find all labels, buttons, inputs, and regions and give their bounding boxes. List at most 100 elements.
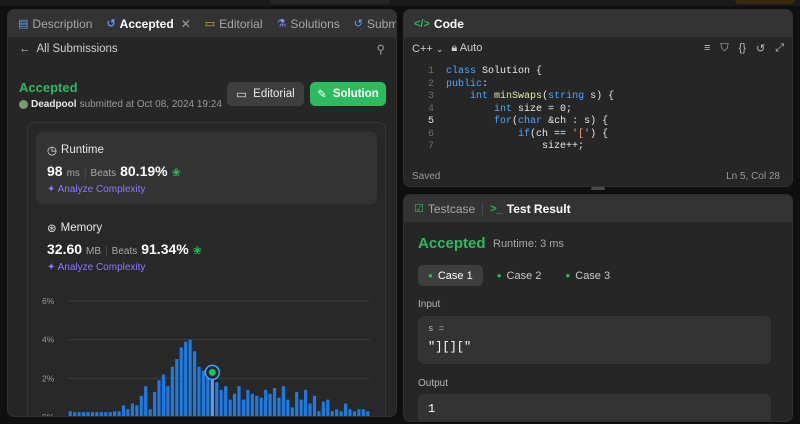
resize-handle[interactable] bbox=[591, 187, 605, 190]
close-tab-icon[interactable]: ✕ bbox=[181, 17, 191, 31]
code-line: 5 for(char &ch : s) { bbox=[427, 116, 609, 127]
code-panel: </> Code C++ ⌄ 🔒︎ Auto ≡ ⛉ {} ↺ ⤢ 1 class … bbox=[403, 9, 793, 187]
autocomplete-mode[interactable]: 🔒︎ Auto bbox=[451, 42, 482, 55]
chevron-down-icon: ⌄ bbox=[435, 43, 444, 54]
memory-label: ⊛ Memory bbox=[47, 222, 103, 235]
chart-bar bbox=[295, 391, 299, 416]
braces-icon[interactable]: {} bbox=[739, 42, 746, 55]
tab-description[interactable]: ▤ Description bbox=[14, 10, 96, 37]
book-icon: ▭ bbox=[204, 18, 216, 30]
bookmark-icon[interactable]: ⛉ bbox=[720, 42, 728, 55]
chart-bar bbox=[166, 386, 170, 416]
memory-beats-pct: 91.34% bbox=[141, 241, 189, 257]
code-line: 2 public: bbox=[427, 78, 489, 90]
runtime-distribution-chart[interactable]: 6%4%2%0%34ms68ms101ms134ms bbox=[28, 291, 385, 417]
analyze-complexity-link[interactable]: ✦ Analyze Complexity bbox=[47, 262, 145, 273]
memory-value-row: 32.60 MB | Beats 91.34% ❀ bbox=[47, 241, 202, 257]
tab-testcase[interactable]: ☑ Testcase bbox=[410, 195, 479, 222]
chart-bar bbox=[81, 412, 86, 416]
chart-bar bbox=[197, 366, 201, 416]
case-tab-2[interactable]: ● Case 2 bbox=[487, 265, 552, 286]
history-icon: ↺ bbox=[106, 18, 116, 30]
chart-bar bbox=[272, 388, 277, 416]
result-runtime: Runtime: 3 ms bbox=[493, 238, 564, 250]
link-icon[interactable]: ⚲ bbox=[377, 42, 385, 56]
chart-bar bbox=[121, 405, 126, 416]
chart-bar bbox=[153, 391, 157, 416]
runtime-value-row: 98 ms | Beats 80.19% ❀ bbox=[47, 163, 181, 179]
back-arrow-icon[interactable]: ← bbox=[19, 43, 31, 55]
code-icon: </> bbox=[414, 17, 430, 30]
chart-bar bbox=[77, 412, 81, 416]
user-avatar-marker bbox=[208, 368, 216, 376]
submission-status: Accepted bbox=[19, 80, 78, 95]
chart-bar bbox=[308, 403, 312, 416]
chart-bar bbox=[135, 405, 139, 416]
chart-bar bbox=[157, 380, 161, 416]
y-tick-label: 0% bbox=[42, 412, 55, 417]
chart-bar bbox=[215, 382, 219, 416]
chart-bar bbox=[219, 389, 223, 416]
chart-bar bbox=[281, 386, 285, 416]
tab-accepted[interactable]: ↺ Accepted ✕ bbox=[102, 10, 194, 37]
runtime-card[interactable]: ◷ Runtime 98 ms | Beats 80.19% ❀ ✦ Analyz… bbox=[36, 132, 377, 204]
chart-bar bbox=[175, 359, 179, 416]
analyze-complexity-link[interactable]: ✦ Analyze Complexity bbox=[47, 184, 145, 195]
username[interactable]: Deadpool bbox=[31, 99, 77, 110]
memory-card[interactable]: ⊛ Memory 32.60 MB | Beats 91.34% ❀ ✦ Anal… bbox=[36, 215, 377, 281]
editorial-button[interactable]: ▭ Editorial bbox=[227, 82, 304, 106]
reset-icon[interactable]: ↺ bbox=[756, 42, 765, 55]
chart-bar bbox=[139, 395, 143, 416]
chart-bar bbox=[126, 409, 130, 416]
terminal-icon: >_ bbox=[490, 202, 503, 215]
format-icon[interactable]: ≡ bbox=[704, 42, 710, 55]
language-select[interactable]: C++ ⌄ bbox=[412, 43, 443, 55]
result-tab-bar: ☑ Testcase >_ Test Result bbox=[404, 195, 792, 222]
chart-bar bbox=[161, 374, 166, 416]
chart-bar bbox=[201, 370, 206, 416]
chart-bar bbox=[68, 411, 72, 416]
avatar[interactable] bbox=[19, 100, 28, 109]
tab-code[interactable]: </> Code bbox=[410, 10, 468, 37]
tab-test-result[interactable]: >_ Test Result bbox=[486, 195, 574, 222]
beats-label: Beats bbox=[90, 168, 117, 179]
case-tab-3[interactable]: ● Case 3 bbox=[555, 265, 620, 286]
lock-icon: 🔒︎ bbox=[451, 42, 458, 54]
case-tab-1[interactable]: ● Case 1 bbox=[418, 265, 483, 286]
output-value: 1 bbox=[428, 402, 436, 416]
stats-container: ◷ Runtime 98 ms | Beats 80.19% ❀ ✦ Analyz… bbox=[27, 122, 386, 417]
chart-bar bbox=[90, 412, 95, 416]
solution-button[interactable]: ✎ Solution bbox=[310, 82, 386, 106]
chart-bar bbox=[73, 412, 77, 416]
chart-bar bbox=[224, 386, 228, 416]
pass-dot-icon: ● bbox=[428, 271, 433, 280]
chart-bar bbox=[339, 411, 343, 416]
runtime-unit: ms bbox=[66, 168, 80, 179]
save-status: Saved bbox=[412, 171, 441, 182]
tab-editorial[interactable]: ▭ Editorial bbox=[201, 10, 267, 37]
code-line: 3 int minSwaps(string s) { bbox=[427, 91, 615, 102]
code-line: 4 int size = 0; bbox=[427, 103, 573, 115]
top-strip bbox=[0, 0, 800, 6]
medal-icon: ❀ bbox=[171, 167, 181, 179]
expand-icon[interactable]: ⤢ bbox=[775, 42, 784, 55]
submission-panel: ▤ Description ↺ Accepted ✕ ▭ Editorial ⚗ Solu… bbox=[7, 9, 397, 417]
code-editor[interactable]: 1 class Solution { 2 public: 3 int minSwap… bbox=[418, 66, 614, 154]
memory-unit: MB bbox=[86, 246, 102, 257]
tab-solutions[interactable]: ⚗ Solutions bbox=[273, 10, 344, 37]
tab-submissions[interactable]: ↺Submi bbox=[350, 10, 396, 37]
result-status: Accepted bbox=[418, 235, 486, 252]
chart-bar bbox=[104, 412, 108, 416]
medal-icon: ❀ bbox=[192, 245, 202, 257]
case-tabs: ● Case 1 ● Case 2 ● Case 3 bbox=[418, 265, 620, 286]
chart-bar bbox=[264, 389, 268, 416]
memory-icon: ⊛ bbox=[47, 223, 57, 235]
chart-bar bbox=[352, 411, 357, 416]
chart-bar bbox=[312, 395, 317, 416]
code-line: 7 size++; bbox=[427, 141, 585, 152]
chart-bar bbox=[361, 409, 365, 416]
all-submissions-link[interactable]: All Submissions bbox=[37, 43, 118, 55]
cursor-position: Ln 5, Col 28 bbox=[726, 171, 780, 182]
input-box: s = "][][" bbox=[418, 316, 771, 364]
y-tick-label: 6% bbox=[42, 296, 55, 306]
